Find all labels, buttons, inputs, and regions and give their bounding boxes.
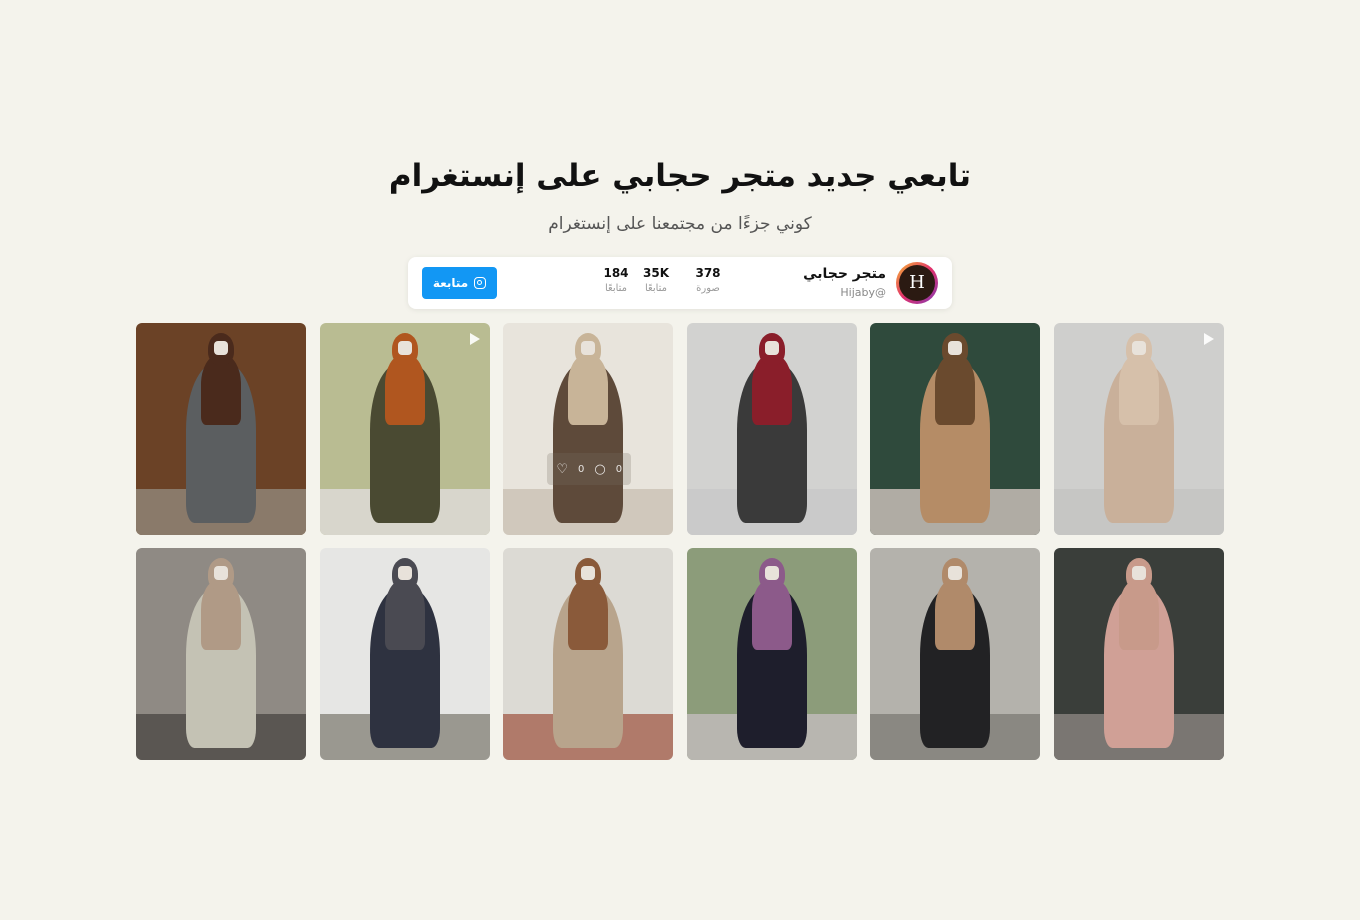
post-hover-stats: ♡ 0 ○ 0 xyxy=(547,453,632,485)
model-scarf xyxy=(1118,355,1159,425)
post-tile[interactable] xyxy=(686,548,857,760)
model-scarf xyxy=(384,355,425,425)
post-tile[interactable] xyxy=(870,548,1041,760)
model-scarf xyxy=(1118,580,1159,650)
model-face xyxy=(764,341,779,355)
play-icon xyxy=(1203,333,1214,345)
post-tile[interactable] xyxy=(136,323,306,535)
stat-followers-value: 35K xyxy=(643,266,669,280)
likes-count: 0 xyxy=(577,463,585,475)
page-title: تابعي جديد متجر حجابي على إنستغرام xyxy=(388,158,972,194)
heart-icon: ♡ xyxy=(556,461,568,477)
model-face xyxy=(1131,566,1146,580)
comment-icon: ○ xyxy=(594,461,606,477)
model-face xyxy=(764,566,779,580)
stat-posts-value: 378 xyxy=(695,266,721,280)
follow-button-label: متابعة xyxy=(432,276,469,290)
model-scarf xyxy=(568,355,609,425)
page-subtitle: كوني جزءًا من مجتمعنا على إنستغرام xyxy=(548,214,812,234)
stat-posts-label: صورة xyxy=(696,283,720,294)
play-icon xyxy=(469,333,480,345)
store-name[interactable]: متجر حجابي xyxy=(803,266,886,282)
model-scarf xyxy=(201,580,241,650)
post-tile[interactable] xyxy=(1053,548,1224,760)
instagram-profile-card: H متجر حجابي Hijaby@ 378 صورة 35K متابعً… xyxy=(408,257,952,309)
post-tile[interactable] xyxy=(1053,323,1224,535)
post-tile[interactable] xyxy=(503,548,674,760)
model-face xyxy=(397,341,412,355)
model-scarf xyxy=(384,580,425,650)
model-face xyxy=(1131,341,1146,355)
model-scarf xyxy=(935,355,976,425)
model-scarf xyxy=(201,355,241,425)
instagram-icon xyxy=(474,277,487,289)
stat-following: 184 متابعًا xyxy=(594,266,638,294)
model-face xyxy=(581,341,596,355)
model-scarf xyxy=(751,580,792,650)
post-tile[interactable]: ♡ 0 ○ 0 xyxy=(503,323,674,535)
instagram-posts-grid: ♡ 0 ○ 0 xyxy=(136,323,1224,760)
post-tile[interactable] xyxy=(686,323,857,535)
post-tile[interactable] xyxy=(136,548,306,760)
model-face xyxy=(948,341,963,355)
post-tile[interactable] xyxy=(319,548,490,760)
model-scarf xyxy=(568,580,609,650)
model-face xyxy=(214,566,228,580)
model-scarf xyxy=(751,355,792,425)
model-face xyxy=(214,341,228,355)
model-scarf xyxy=(935,580,976,650)
post-tile[interactable] xyxy=(870,323,1041,535)
follow-button[interactable]: متابعة xyxy=(422,267,497,299)
stat-following-value: 184 xyxy=(603,266,629,280)
comments-count: 0 xyxy=(615,463,623,475)
model-face xyxy=(581,566,596,580)
stat-followers-label: متابعًا xyxy=(644,283,668,294)
stat-followers: 35K متابعًا xyxy=(634,266,678,294)
post-tile[interactable] xyxy=(319,323,490,535)
model-face xyxy=(948,566,963,580)
store-handle: Hijaby@ xyxy=(840,286,886,299)
model-face xyxy=(397,566,412,580)
stat-posts: 378 صورة xyxy=(686,266,730,294)
avatar-letter: H xyxy=(899,265,935,301)
avatar[interactable]: H xyxy=(896,262,938,304)
stat-following-label: متابعًا xyxy=(604,283,628,294)
